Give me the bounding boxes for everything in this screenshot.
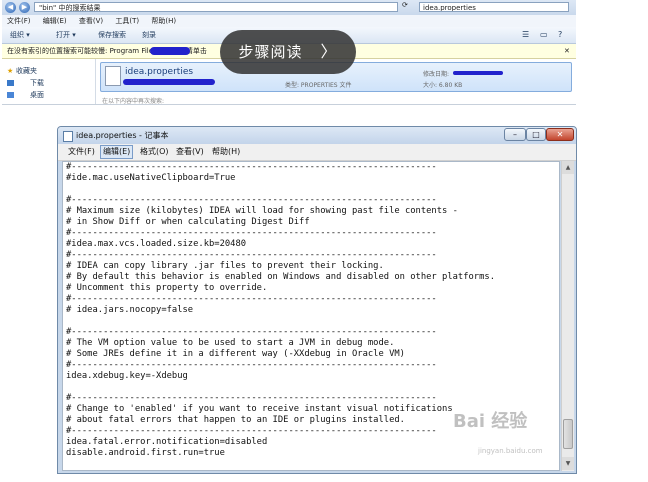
file-type: 类型: PROPERTIES 文件	[285, 82, 352, 89]
menu-edit[interactable]: 编辑(E)	[43, 17, 67, 25]
organize-button[interactable]: 组织 ▾	[10, 27, 30, 43]
menu-file[interactable]: 文件(F)	[7, 17, 31, 25]
preview-pane-icon[interactable]: ▭	[540, 27, 548, 43]
menu-tools[interactable]: 工具(T)	[115, 17, 139, 25]
menu-view[interactable]: 查看(V)	[174, 144, 206, 160]
redaction-mark	[453, 71, 503, 75]
step-reading-label: 步骤阅读	[238, 43, 303, 61]
menu-help[interactable]: 帮助(H)	[210, 144, 242, 160]
close-button[interactable]: ✕	[546, 128, 574, 141]
help-icon[interactable]: ?	[558, 27, 562, 43]
notepad-menubar: 文件(F) 编辑(E) 格式(O) 查看(V) 帮助(H)	[58, 144, 576, 161]
file-size: 大小: 6.80 KB	[423, 82, 463, 89]
star-icon: ★	[7, 67, 14, 75]
redaction-mark	[150, 47, 190, 55]
notepad-icon	[63, 131, 73, 142]
menu-file[interactable]: 文件(F)	[66, 144, 97, 160]
explorer-menubar: 文件(F) 编辑(E) 查看(V) 工具(T) 帮助(H)	[2, 15, 576, 27]
forward-arrow-icon[interactable]: ▶	[19, 2, 30, 13]
explorer-nav-pane: ★ 收藏夹 下载 桌面	[2, 59, 96, 104]
close-icon[interactable]: ✕	[564, 44, 570, 58]
search-input[interactable]: idea.properties	[419, 2, 569, 12]
file-modified: 修改日期:	[423, 71, 450, 78]
explorer-address-bar: ◀ ▶ "bin" 中的搜索结果 ⟳ idea.properties	[2, 0, 576, 15]
search-again-label: 在以下内容中再次搜索:	[102, 98, 165, 105]
vertical-scrollbar[interactable]: ▲ ▼	[561, 161, 574, 471]
watermark-url: jingyan.baidu.com	[478, 447, 543, 455]
nav-downloads[interactable]: 下载	[30, 78, 44, 88]
window-title: idea.properties - 记事本	[76, 131, 169, 140]
address-input[interactable]: "bin" 中的搜索结果	[34, 2, 398, 12]
baidu-watermark: Bai 经验	[453, 411, 528, 432]
file-icon	[105, 66, 121, 86]
burn-button[interactable]: 刻录	[142, 27, 156, 43]
desktop-icon	[7, 92, 14, 98]
view-options-icon[interactable]: ☰	[522, 27, 529, 43]
save-search-button[interactable]: 保存搜索	[98, 27, 126, 43]
download-folder-icon	[7, 80, 14, 86]
scroll-up-arrow-icon[interactable]: ▲	[562, 161, 574, 174]
menu-format[interactable]: 格式(O)	[138, 144, 171, 160]
minimize-button[interactable]: –	[504, 128, 526, 141]
menu-help[interactable]: 帮助(H)	[151, 17, 176, 25]
notepad-titlebar[interactable]: idea.properties - 记事本 – □ ✕	[58, 127, 576, 144]
file-content[interactable]: #---------------------------------------…	[66, 162, 495, 459]
menu-view[interactable]: 查看(V)	[79, 17, 103, 25]
nav-desktop[interactable]: 桌面	[30, 90, 44, 100]
refresh-icon[interactable]: ⟳	[402, 1, 408, 9]
step-reading-button[interactable]: 步骤阅读〉	[220, 30, 356, 74]
scrollbar-thumb[interactable]	[563, 419, 573, 449]
maximize-button[interactable]: □	[526, 128, 546, 141]
menu-edit[interactable]: 编辑(E)	[100, 145, 134, 159]
back-arrow-icon[interactable]: ◀	[5, 2, 16, 13]
scroll-down-arrow-icon[interactable]: ▼	[562, 457, 574, 470]
open-button[interactable]: 打开 ▾	[56, 27, 76, 43]
file-name[interactable]: idea.properties	[125, 67, 193, 77]
nav-favorites[interactable]: 收藏夹	[16, 66, 37, 76]
chevron-right-icon: 〉	[320, 42, 338, 61]
redaction-mark	[123, 79, 215, 85]
